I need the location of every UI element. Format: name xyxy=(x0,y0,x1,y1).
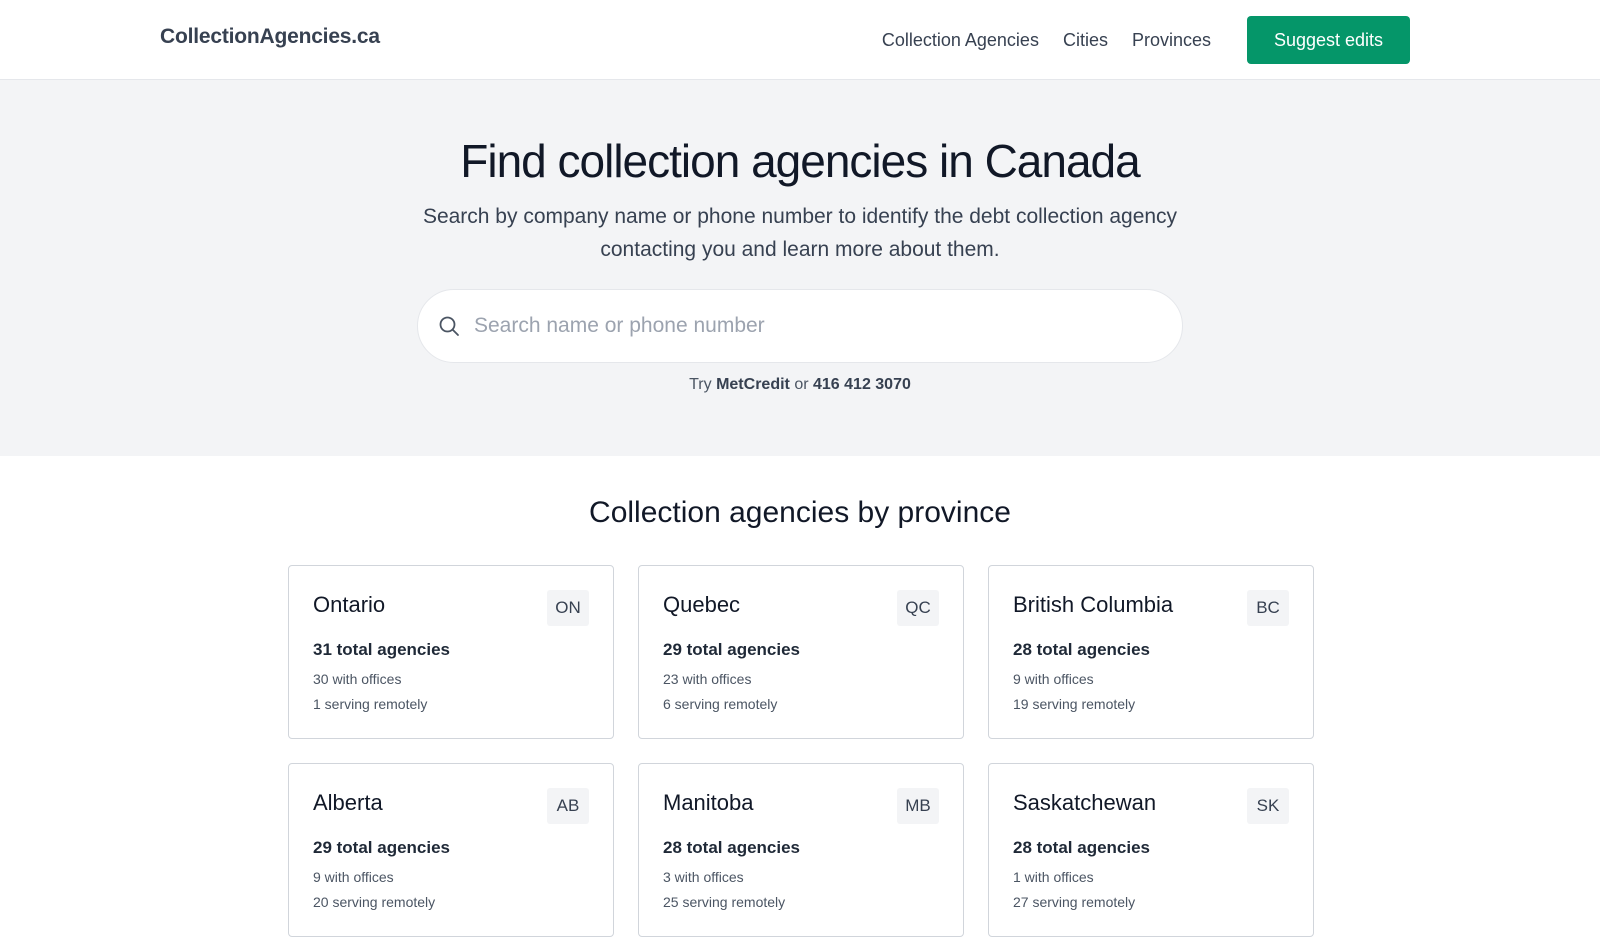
with-offices-count: 30 with offices xyxy=(313,671,402,687)
search-input[interactable] xyxy=(474,306,1134,346)
province-name: Saskatchewan xyxy=(1013,790,1157,815)
suggest-edits-button[interactable]: Suggest edits xyxy=(1247,16,1410,64)
serving-remotely-count: 1 serving remotely xyxy=(313,696,428,712)
province-code-badge: QC xyxy=(897,590,939,626)
province-code-badge: AB xyxy=(547,788,589,824)
search-icon xyxy=(438,315,460,337)
total-agencies: 31 total agencies xyxy=(313,640,451,659)
site-header: CollectionAgencies.ca Collection Agencie… xyxy=(0,0,1600,80)
try-prefix: Try xyxy=(689,376,712,393)
search-bar[interactable] xyxy=(417,289,1183,363)
province-name: Manitoba xyxy=(663,790,754,815)
province-card-british-columbia[interactable]: British Columbia BC 28 total agencies 9 … xyxy=(988,565,1314,739)
province-card-manitoba[interactable]: Manitoba MB 28 total agencies 3 with off… xyxy=(638,763,964,937)
province-grid: Ontario ON 31 total agencies 30 with off… xyxy=(288,565,1314,937)
nav-link-provinces[interactable]: Provinces xyxy=(1132,30,1211,51)
province-code-badge: BC xyxy=(1247,590,1289,626)
example-name-link[interactable]: MetCredit xyxy=(716,376,790,393)
provinces-heading: Collection agencies by province xyxy=(589,496,1011,529)
total-agencies: 28 total agencies xyxy=(1013,640,1151,659)
province-code-badge: ON xyxy=(547,590,589,626)
province-card-ontario[interactable]: Ontario ON 31 total agencies 30 with off… xyxy=(288,565,614,739)
nav-link-collection-agencies[interactable]: Collection Agencies xyxy=(882,30,1039,51)
hero-subtitle: Search by company name or phone number t… xyxy=(422,205,1178,261)
serving-remotely-count: 25 serving remotely xyxy=(663,894,786,910)
province-card-quebec[interactable]: Quebec QC 29 total agencies 23 with offi… xyxy=(638,565,964,739)
try-connector: or xyxy=(794,376,809,393)
with-offices-count: 1 with offices xyxy=(1013,869,1094,885)
province-code-badge: MB xyxy=(897,788,939,824)
serving-remotely-count: 19 serving remotely xyxy=(1013,696,1136,712)
with-offices-count: 3 with offices xyxy=(663,869,744,885)
page-title: Find collection agencies in Canada xyxy=(460,135,1140,187)
main-nav: Collection Agencies Cities Provinces Sug… xyxy=(882,16,1410,64)
with-offices-count: 9 with offices xyxy=(313,869,394,885)
total-agencies: 28 total agencies xyxy=(663,838,801,857)
with-offices-count: 23 with offices xyxy=(663,671,752,687)
total-agencies: 29 total agencies xyxy=(663,640,801,659)
example-phone-link[interactable]: 416 412 3070 xyxy=(813,376,911,393)
search-suggestion: Try MetCredit or 416 412 3070 xyxy=(0,376,1600,394)
hero-section: Find collection agencies in Canada Searc… xyxy=(0,80,1600,456)
with-offices-count: 9 with offices xyxy=(1013,671,1094,687)
province-card-saskatchewan[interactable]: Saskatchewan SK 28 total agencies 1 with… xyxy=(988,763,1314,937)
serving-remotely-count: 20 serving remotely xyxy=(313,894,436,910)
total-agencies: 28 total agencies xyxy=(1013,838,1151,857)
province-name: British Columbia xyxy=(1013,592,1174,617)
nav-link-cities[interactable]: Cities xyxy=(1063,30,1108,51)
province-card-alberta[interactable]: Alberta AB 29 total agencies 9 with offi… xyxy=(288,763,614,937)
province-name: Alberta xyxy=(313,790,383,815)
province-code-badge: SK xyxy=(1247,788,1289,824)
serving-remotely-count: 27 serving remotely xyxy=(1013,894,1136,910)
total-agencies: 29 total agencies xyxy=(313,838,451,857)
province-name: Quebec xyxy=(663,592,741,617)
serving-remotely-count: 6 serving remotely xyxy=(663,696,778,712)
province-name: Ontario xyxy=(313,592,386,617)
brand-logo-link[interactable]: CollectionAgencies.ca xyxy=(160,25,380,49)
